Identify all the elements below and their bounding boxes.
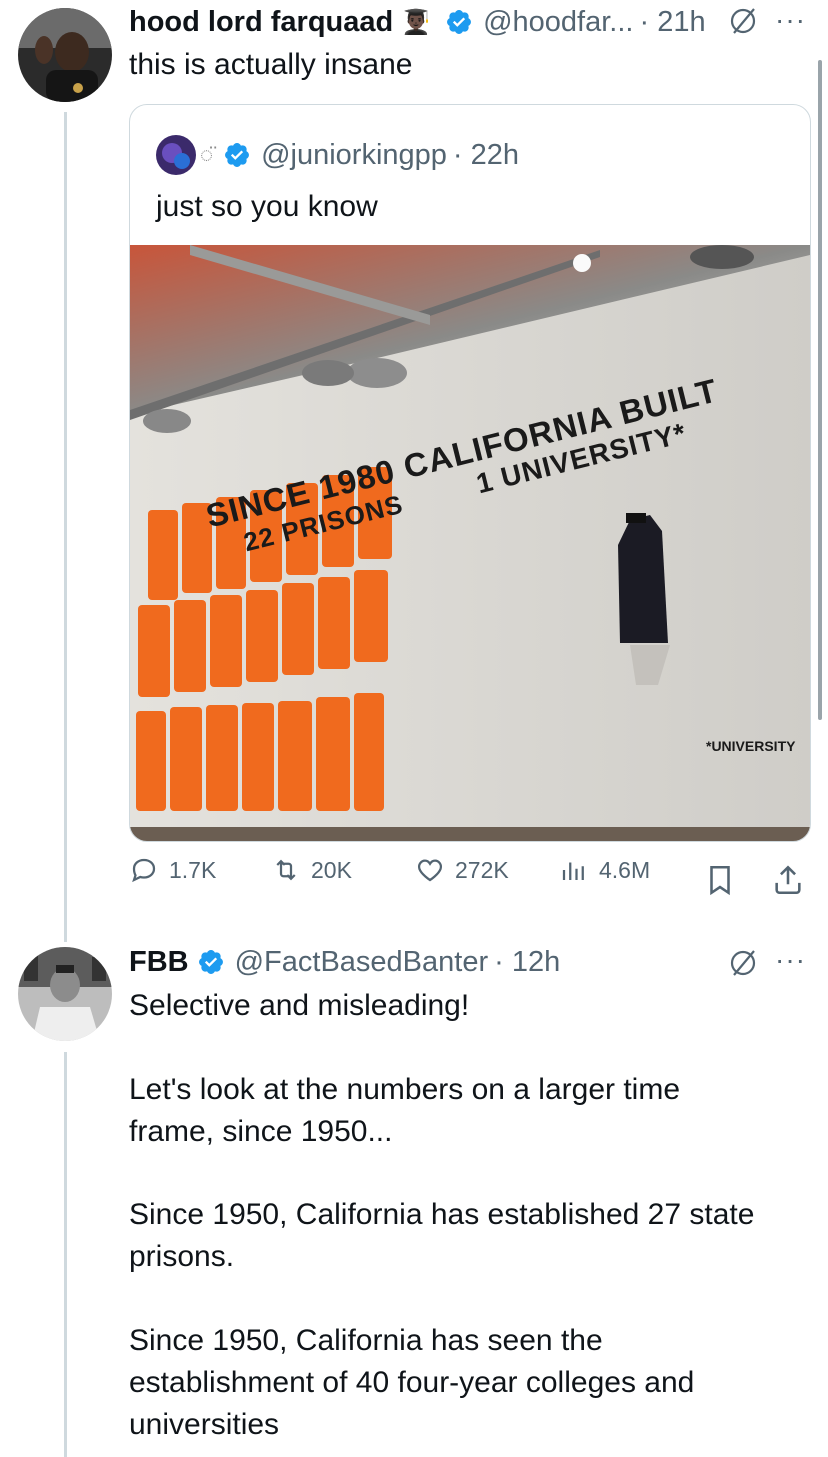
repost-count: 20K (311, 856, 352, 883)
reply-button[interactable]: 1.7K (129, 855, 216, 885)
views-icon (562, 862, 584, 880)
handle[interactable]: @hoodfar... (483, 6, 633, 39)
quoted-tweet[interactable]: ◌̈ @juniorkingpp · 22h just so you know (129, 104, 811, 842)
display-name[interactable]: FBB (129, 946, 189, 979)
more-icon[interactable]: ··· (775, 4, 806, 36)
views-button[interactable]: 4.6M (559, 855, 650, 885)
timestamp[interactable]: · 21h (639, 6, 705, 39)
tweet-paragraph: Since 1950, California has established 2… (129, 1198, 755, 1273)
verified-icon (447, 10, 472, 34)
like-count: 272K (455, 856, 509, 883)
graduate-emoji: 👨🏿‍🎓 (401, 8, 432, 36)
tweet-paragraph: Selective and misleading! (129, 989, 470, 1022)
reply-icon (132, 858, 156, 883)
tweet-paragraph: Let's look at the numbers on a larger ti… (129, 1073, 681, 1148)
repost-button[interactable]: 20K (271, 855, 352, 885)
avatar[interactable] (156, 135, 196, 175)
like-button[interactable]: 272K (415, 855, 509, 885)
thread-line (64, 1052, 67, 1457)
scrollbar[interactable] (818, 60, 822, 720)
reply-count: 1.7K (169, 856, 217, 883)
views-count: 4.6M (599, 856, 651, 883)
grok-icon[interactable] (728, 948, 758, 978)
tweet-header: hood lord farquaad 👨🏿‍🎓 @hoodfar... · 21… (129, 2, 706, 42)
bookmark-icon[interactable] (703, 863, 737, 897)
timestamp[interactable]: · 12h (494, 946, 560, 979)
heart-icon (417, 859, 443, 882)
share-icon[interactable] (771, 863, 805, 897)
verified-icon (225, 143, 250, 167)
display-name[interactable]: hood lord farquaad (129, 6, 393, 39)
repost-icon (276, 859, 296, 881)
grok-icon[interactable] (728, 6, 758, 36)
action-bar: 1.7K 20K 272K 4.6M (129, 855, 809, 905)
footnote-text: *UNIVERSITY (706, 738, 796, 754)
tweet-paragraph: Since 1950, California has seen the esta… (129, 1324, 695, 1441)
avatar[interactable] (18, 8, 112, 102)
thread-line (64, 112, 67, 942)
ring-emoji: ◌̈ (200, 142, 214, 167)
timestamp[interactable]: · 22h (453, 139, 519, 172)
more-icon[interactable]: ··· (775, 944, 806, 976)
quoted-photo[interactable]: SINCE 1980 CALIFORNIA BUILT 22 PRISONS 1… (130, 245, 810, 841)
handle[interactable]: @juniorkingpp (261, 139, 447, 172)
handle[interactable]: @FactBasedBanter (235, 946, 489, 979)
verified-icon (198, 950, 223, 974)
tweet-text: this is actually insane (129, 48, 413, 81)
quote-header: ◌̈ @juniorkingpp · 22h (156, 135, 519, 175)
tweet-header: FBB @FactBasedBanter · 12h (129, 941, 560, 983)
avatar[interactable] (18, 947, 112, 1041)
quote-text: just so you know (156, 190, 378, 223)
